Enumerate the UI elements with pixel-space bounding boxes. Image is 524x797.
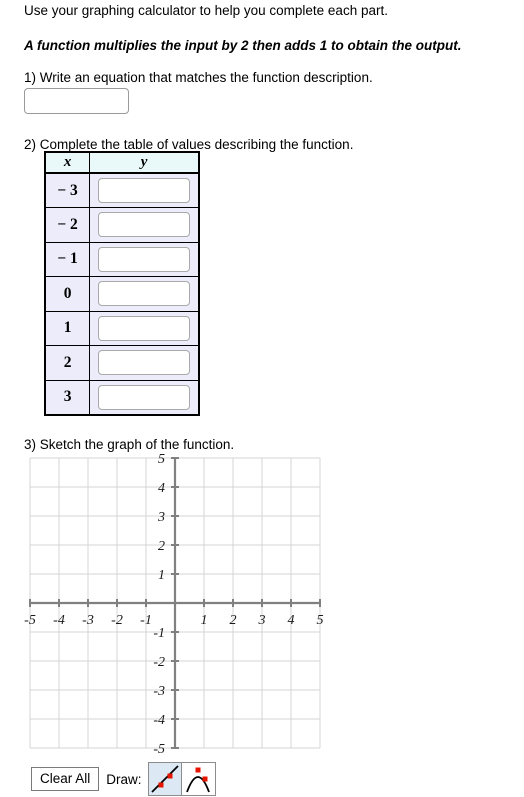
table-row: − 2 — [44, 207, 200, 243]
x-axis-tick-label: -2 — [111, 613, 123, 628]
y-axis-tick-label: -4 — [153, 713, 165, 728]
table-cell-x: − 2 — [44, 207, 91, 243]
table-row: 3 — [44, 379, 200, 415]
x-axis-tick-label: -3 — [82, 613, 94, 628]
table-cell-x: 0 — [44, 276, 91, 312]
draw-label: Draw: — [106, 771, 142, 787]
table-cell-x: 2 — [44, 345, 91, 381]
equation-answer-input[interactable] — [24, 88, 129, 114]
table-cell-y — [89, 172, 200, 208]
x-axis-tick-label: 1 — [201, 613, 208, 628]
table-cell-y — [89, 345, 200, 381]
table-cell-x: − 3 — [44, 172, 91, 208]
table-cell-x: 3 — [44, 379, 91, 415]
table-cell-y — [89, 241, 200, 277]
table-row: 2 — [44, 345, 200, 381]
table-y-input[interactable] — [98, 350, 191, 376]
y-axis-tick-label: 3 — [157, 510, 165, 525]
x-axis-tick-label: -1 — [140, 613, 152, 628]
table-cell-y — [89, 310, 200, 346]
x-axis-tick-label: -4 — [53, 613, 65, 628]
line-tool-icon — [150, 765, 179, 793]
y-axis-tick-label: -3 — [153, 684, 165, 699]
y-axis-tick-label: 2 — [158, 539, 165, 554]
y-axis-tick-label: -5 — [153, 742, 165, 756]
table-row: 1 — [44, 310, 200, 346]
graph-canvas[interactable]: -5 -4 -3 -2 -1 1 2 3 4 5 5 4 3 2 1 -1 -2 -3 -4 -5 — [0, 450, 340, 756]
drawing-toolbar: Clear All Draw: — [31, 762, 216, 796]
table-y-input[interactable] — [98, 246, 191, 272]
y-axis-tick-label: -1 — [153, 626, 165, 641]
x-axis-tick-label: 3 — [258, 613, 266, 628]
line-tool-button[interactable] — [147, 762, 182, 796]
table-y-input[interactable] — [98, 212, 191, 238]
x-axis-tick-label: -5 — [24, 613, 36, 628]
table-y-input[interactable] — [98, 281, 191, 307]
table-row: − 3 — [44, 172, 200, 208]
y-axis-tick-label: 1 — [158, 568, 165, 583]
x-axis-tick-label: 5 — [317, 613, 324, 628]
y-axis-tick-label: 4 — [158, 481, 165, 496]
table-cell-y — [89, 379, 200, 415]
table-cell-x: − 1 — [44, 241, 91, 277]
coordinate-grid[interactable]: -5 -4 -3 -2 -1 1 2 3 4 5 5 4 3 2 1 -1 -2 -3 -4 -5 — [0, 450, 340, 756]
table-y-input[interactable] — [98, 178, 191, 203]
intro-instruction-text: Use your graphing calculator to help you… — [24, 3, 388, 18]
x-axis-tick-label: 4 — [288, 613, 295, 628]
values-table: x y − 3− 2− 10123 — [44, 151, 200, 416]
table-row: − 1 — [44, 241, 200, 277]
table-row: 0 — [44, 276, 200, 312]
parabola-tool-button[interactable] — [181, 762, 216, 796]
table-cell-y — [89, 207, 200, 243]
clear-all-button[interactable]: Clear All — [31, 767, 100, 791]
y-axis-tick-label: 5 — [158, 452, 165, 467]
table-header-row: x y — [44, 151, 200, 174]
question-1-label: 1) Write an equation that matches the fu… — [24, 70, 373, 85]
table-cell-x: 1 — [44, 310, 91, 346]
column-header-y: y — [89, 151, 200, 174]
function-description-text: A function multiplies the input by 2 the… — [24, 38, 462, 53]
y-axis-tick-label: -2 — [153, 655, 165, 670]
parabola-tool-icon — [185, 767, 210, 793]
x-axis-tick-label: 2 — [230, 613, 237, 628]
table-y-input[interactable] — [98, 384, 191, 410]
column-header-x: x — [44, 151, 91, 174]
table-cell-y — [89, 276, 200, 312]
table-y-input[interactable] — [98, 315, 191, 341]
